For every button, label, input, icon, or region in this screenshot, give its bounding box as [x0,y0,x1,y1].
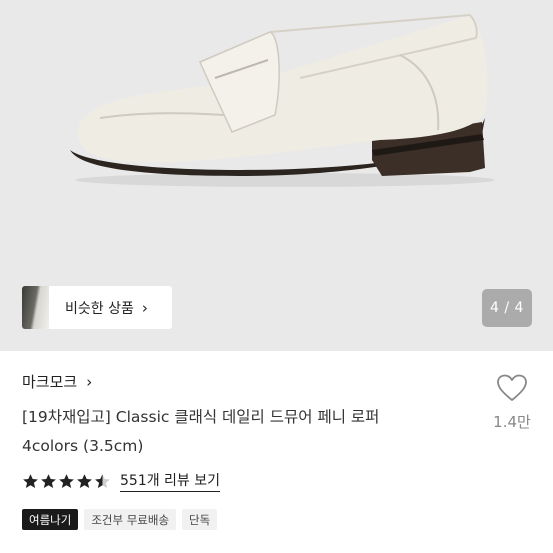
badge-summer: 여름나기 [22,509,79,530]
badge-free-shipping: 조건부 무료배송 [84,509,177,530]
product-title-line-1: [19차재입고] Classic 클래식 데일리 드뮤어 페니 로퍼 [22,408,380,426]
chevron-right-icon: › [141,298,148,317]
badge-exclusive: 단독 [182,509,218,530]
brand-link[interactable]: 마크모크 › [22,371,92,392]
product-image-gallery[interactable]: 비슷한 상품 › 4 / 4 [0,0,553,351]
product-title-line-2: 4colors (3.5cm) [22,437,144,455]
star-icon [59,473,74,488]
view-reviews-link[interactable]: 551개 리뷰 보기 [120,470,221,492]
rating-row: 551개 리뷰 보기 [22,470,221,492]
star-icon [77,473,92,488]
image-counter: 4 / 4 [482,289,532,327]
chevron-right-icon: › [86,372,93,391]
half-star-icon [95,473,110,488]
similar-product-thumbnail [22,286,49,329]
heart-icon [497,374,527,401]
product-title: [19차재입고] Classic 클래식 데일리 드뮤어 페니 로퍼 4colo… [22,403,442,461]
similar-products-button[interactable]: 비슷한 상품 › [22,286,172,329]
brand-name: 마크모크 [22,373,78,391]
badge-list: 여름나기 조건부 무료배송 단독 [22,509,223,530]
star-icon [41,473,56,488]
like-button[interactable]: 1.4만 [490,374,534,432]
similar-products-label: 비슷한 상품 [65,300,134,317]
star-icon [23,473,38,488]
like-count: 1.4만 [493,413,531,431]
